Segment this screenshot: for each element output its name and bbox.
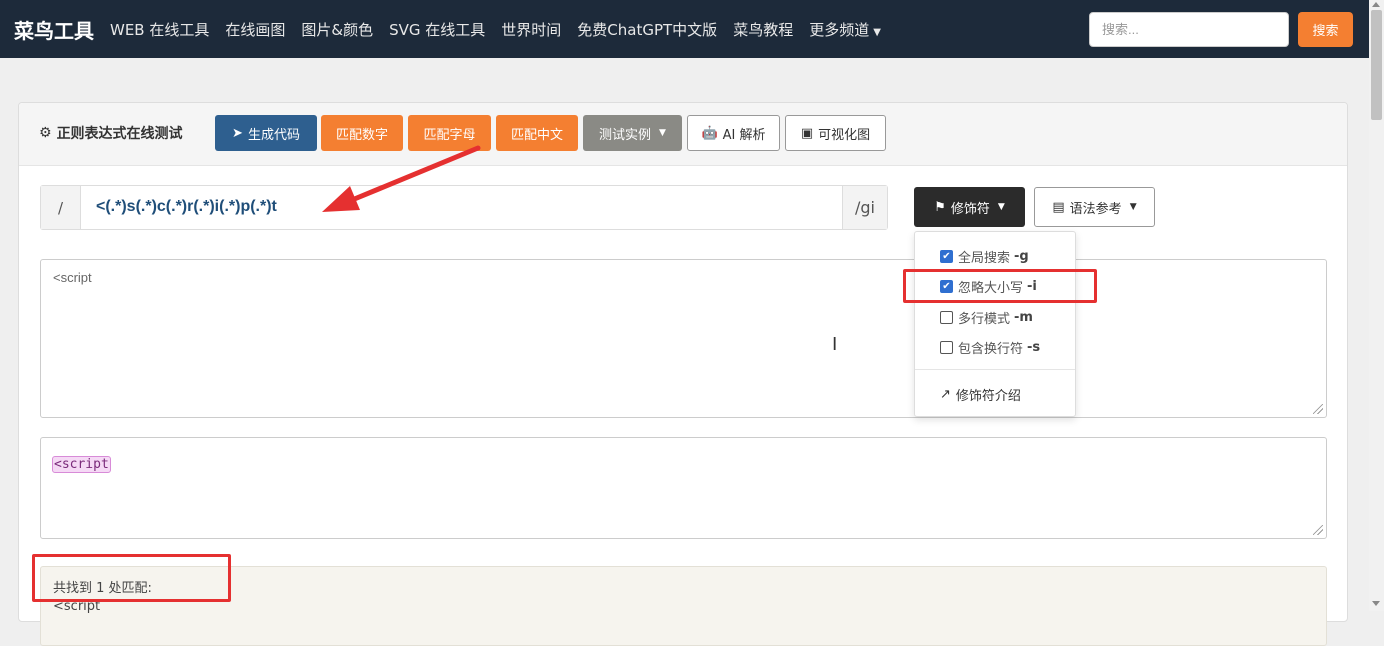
ai-analysis-label: AI 解析 <box>722 127 766 143</box>
test-examples-label: 测试实例 <box>599 127 652 143</box>
nav-link-tutorial[interactable]: 菜鸟教程 <box>733 19 793 40</box>
menu-divider <box>915 369 1075 370</box>
modifier-dotall-label: 包含换行符 <box>958 342 1024 357</box>
syntax-reference-button[interactable]: ▤ 语法参考 ▼ <box>1034 187 1155 227</box>
image-icon: ▣ <box>800 125 814 141</box>
scroll-up-arrow-icon[interactable] <box>1372 2 1380 7</box>
test-text-content: <script <box>53 270 92 285</box>
nav-more-label: 更多频道 <box>809 20 870 39</box>
panel-header: ⚙ 正则表达式在线测试 ➤ 生成代码 匹配数字 匹配字母 匹配中文 测试实例 ▼… <box>19 103 1347 166</box>
regex-open-slash: / <box>41 186 81 229</box>
search-input[interactable] <box>1089 12 1289 47</box>
modifier-intro-link[interactable]: ↗ 修饰符介绍 <box>940 385 1021 404</box>
annotation-box-match-count <box>32 554 231 602</box>
caret-down-icon: ▼ <box>659 128 666 138</box>
panel-title-text: 正则表达式在线测试 <box>56 126 183 142</box>
resize-grip-icon[interactable] <box>1313 404 1323 414</box>
checkbox-checked-icon[interactable]: ✔ <box>940 250 953 263</box>
highlighted-match: <script <box>52 456 111 473</box>
paper-plane-icon: ➤ <box>232 125 243 141</box>
search-button[interactable]: 搜索 <box>1298 12 1353 47</box>
checkbox-unchecked-icon[interactable] <box>940 341 953 354</box>
generate-code-label: 生成代码 <box>247 127 300 143</box>
match-letters-button[interactable]: 匹配字母 <box>408 115 491 151</box>
modifier-multiline-flag: -m <box>1014 310 1033 325</box>
panel-title: ⚙ 正则表达式在线测试 <box>39 123 183 143</box>
modifier-label: 修饰符 <box>950 201 990 217</box>
checkbox-unchecked-icon[interactable] <box>940 311 953 324</box>
caret-down-icon: ▼ <box>873 26 881 38</box>
generate-code-button[interactable]: ➤ 生成代码 <box>215 115 317 151</box>
modifier-dropdown-button[interactable]: ⚑ 修饰符 ▼ <box>914 187 1025 227</box>
regex-pattern-input[interactable]: <(.*)s(.*)c(.*)r(.*)i(.*)p(.*)t <box>96 198 277 216</box>
caret-down-icon: ▼ <box>997 202 1005 212</box>
resize-grip-icon[interactable] <box>1313 525 1323 535</box>
text-cursor-icon: I <box>832 334 838 355</box>
regex-tool-panel: ⚙ 正则表达式在线测试 ➤ 生成代码 匹配数字 匹配字母 匹配中文 测试实例 ▼… <box>18 102 1348 646</box>
modifier-multiline[interactable]: 多行模式 -m <box>940 308 1033 327</box>
scroll-thumb[interactable] <box>1371 10 1382 120</box>
modifier-dotall[interactable]: 包含换行符 -s <box>940 338 1040 357</box>
syntax-reference-label: 语法参考 <box>1069 201 1122 217</box>
match-digits-button[interactable]: 匹配数字 <box>321 115 403 151</box>
visualize-label: 可视化图 <box>818 127 871 143</box>
nav-link-chatgpt[interactable]: 免费ChatGPT中文版 <box>577 19 717 40</box>
nav-link-web-tools[interactable]: WEB 在线工具 <box>110 19 209 40</box>
test-examples-dropdown[interactable]: 测试实例 ▼ <box>583 115 682 151</box>
test-text-area[interactable]: <script I <box>40 259 1327 418</box>
match-result-box: 共找到 1 处匹配: <script <box>40 566 1327 646</box>
visualize-button[interactable]: ▣ 可视化图 <box>785 115 886 151</box>
regex-input-group: / <(.*)s(.*)c(.*)r(.*)i(.*)p(.*)t /gi <box>40 185 888 230</box>
scroll-down-arrow-icon[interactable] <box>1372 601 1380 606</box>
external-link-icon: ↗ <box>940 387 951 402</box>
flag-icon: ⚑ <box>934 199 946 215</box>
nav-link-more-channels[interactable]: 更多频道 ▼ <box>809 19 881 40</box>
nav-link-drawing[interactable]: 在线画图 <box>225 19 285 40</box>
page-scrollbar[interactable] <box>1369 0 1384 611</box>
match-highlight-area: <script <box>40 437 1327 539</box>
annotation-box-ignore-case <box>903 269 1097 303</box>
nav-link-image-color[interactable]: 图片&颜色 <box>301 19 373 40</box>
match-chinese-button[interactable]: 匹配中文 <box>496 115 578 151</box>
modifier-multiline-label: 多行模式 <box>958 312 1011 327</box>
caret-down-icon: ▼ <box>1129 202 1137 212</box>
modifiers-dropdown-menu: ✔ 全局搜索 -g ✔ 忽略大小写 -i 多行模式 -m 包含换行符 -s ↗ … <box>914 231 1076 417</box>
ai-analysis-button[interactable]: 🤖 AI 解析 <box>687 115 780 151</box>
document-icon: ▤ <box>1052 199 1065 215</box>
modifier-global[interactable]: ✔ 全局搜索 -g <box>940 247 1029 266</box>
regex-flags: /gi <box>842 186 887 229</box>
modifier-global-label: 全局搜索 <box>958 251 1011 266</box>
modifier-intro-label: 修饰符介绍 <box>955 389 1021 404</box>
site-logo[interactable]: 菜鸟工具 <box>14 15 94 44</box>
gears-icon: ⚙ <box>39 125 52 141</box>
nav-link-world-time[interactable]: 世界时间 <box>501 19 561 40</box>
robot-icon: 🤖 <box>701 125 718 141</box>
modifier-global-flag: -g <box>1014 249 1029 264</box>
nav-link-svg-tools[interactable]: SVG 在线工具 <box>389 19 485 40</box>
modifier-dotall-flag: -s <box>1027 340 1041 355</box>
